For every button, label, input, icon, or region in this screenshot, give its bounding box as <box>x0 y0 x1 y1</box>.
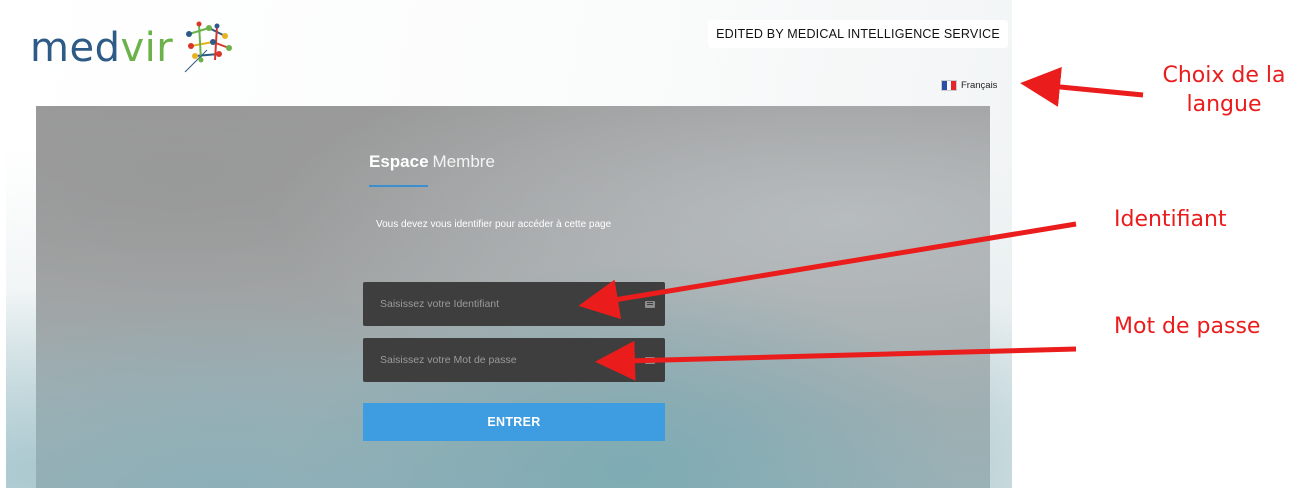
username-input[interactable] <box>380 298 645 310</box>
keyboard-icon <box>645 356 655 364</box>
submit-button[interactable]: ENTRER <box>363 403 665 441</box>
form-title: Espace Membre <box>369 152 495 172</box>
logo-wordmark: medvir <box>30 25 173 71</box>
annotation-language: Choix de la langue <box>1162 63 1286 117</box>
password-field[interactable] <box>363 338 665 382</box>
login-panel: Espace Membre Vous devez vous identifier … <box>36 106 990 488</box>
keyboard-icon <box>645 300 655 308</box>
annotation-password: Mot de passe <box>1114 314 1261 339</box>
network-logo-icon <box>184 21 233 73</box>
browser-viewport: medvir EDITED BY MEDICAL INTELLIGENCE SE… <box>6 0 1012 488</box>
username-field[interactable] <box>363 282 665 326</box>
form-title-light: Membre <box>432 152 495 171</box>
language-arrow <box>1020 67 1144 107</box>
password-input[interactable] <box>380 354 645 366</box>
language-selector[interactable]: Français <box>941 79 997 91</box>
medvir-logo[interactable]: medvir <box>30 18 239 78</box>
logo-vir: vir <box>120 25 174 71</box>
logo-med: med <box>30 25 121 71</box>
french-flag-icon <box>941 79 957 91</box>
edited-by-banner: EDITED BY MEDICAL INTELLIGENCE SERVICE <box>708 20 1008 48</box>
login-notice: Vous devez vous identifier pour accéder … <box>376 219 612 230</box>
annotation-username: Identifiant <box>1114 207 1227 232</box>
language-label: Français <box>961 79 998 91</box>
title-underline <box>369 185 428 187</box>
form-title-bold: Espace <box>369 152 429 171</box>
